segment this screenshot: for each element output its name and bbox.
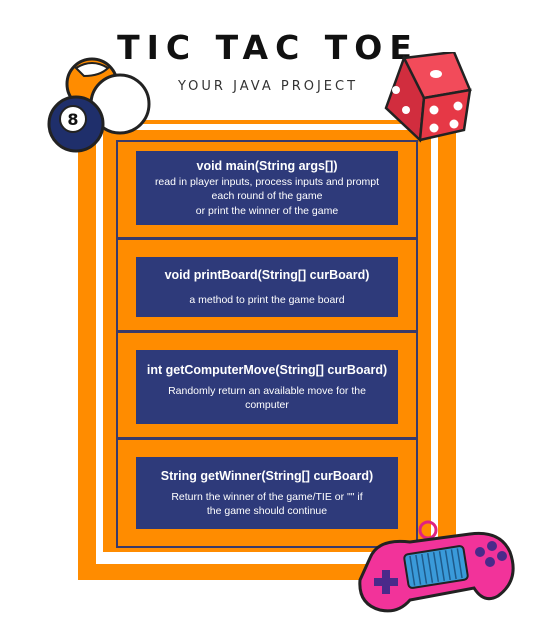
dice-icon [384,52,472,143]
billiard-balls-icon: 8 [47,57,151,153]
method-description: Return the winner of the game/TIE or "" … [171,490,363,518]
method-card-getcomputermove: int getComputerMove(String[] curBoard) R… [136,350,398,424]
section-divider [116,237,418,240]
game-controller-icon [358,520,515,613]
method-description: Randomly return an available move for th… [168,384,366,412]
method-card-printboard: void printBoard(String[] curBoard) a met… [136,257,398,317]
method-description: a method to print the game board [189,293,345,306]
method-signature: int getComputerMove(String[] curBoard) [146,362,388,377]
section-divider [116,330,418,333]
method-card-main: void main(String args[]) read in player … [136,151,398,225]
ball-number: 8 [67,110,78,129]
method-signature: String getWinner(String[] curBoard) [160,468,374,483]
method-description: read in player inputs, process inputs an… [154,175,380,217]
section-divider [116,437,418,440]
method-signature: void main(String args[]) [196,158,338,173]
method-signature: void printBoard(String[] curBoard) [164,267,370,282]
